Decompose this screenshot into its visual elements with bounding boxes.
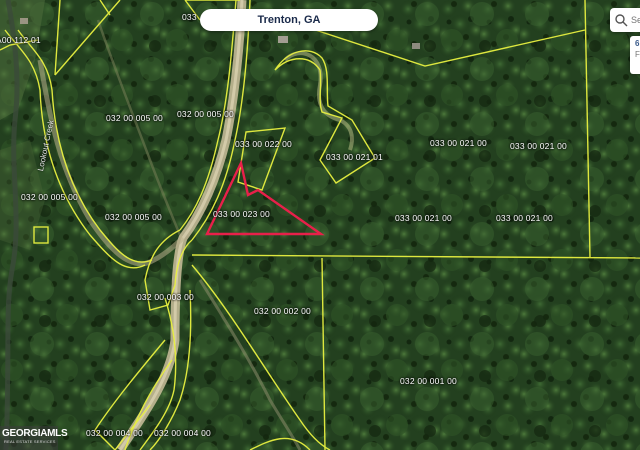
- search-input[interactable]: [628, 15, 640, 25]
- search-icon: [615, 14, 628, 27]
- satellite-map[interactable]: [0, 0, 640, 450]
- parcel-label: 032 00 003 00: [137, 292, 194, 302]
- parcel-label: 033 00 021 00: [510, 141, 567, 151]
- parcel-label: 032 00 002 00: [254, 306, 311, 316]
- parcel-label: 033 00 022 00: [235, 139, 292, 149]
- building: [278, 36, 288, 43]
- parcel-label: 032 00 004 00: [86, 428, 143, 438]
- parcel-label: 032 00 001 00: [400, 376, 457, 386]
- location-title: Trenton, GA: [200, 9, 378, 31]
- info-card-line: 6: [635, 39, 640, 48]
- parcel-label: 033 00 023 00: [213, 209, 270, 219]
- building: [20, 18, 28, 24]
- parcel-label: 032 00 005 00: [105, 212, 162, 222]
- location-title-text: Trenton, GA: [257, 14, 321, 26]
- parcel-label: 032 00 005 00: [177, 109, 234, 119]
- info-card-line: F: [635, 50, 640, 59]
- parcel-label: 032 00 004 00: [154, 428, 211, 438]
- search-box[interactable]: [610, 8, 640, 32]
- parcel-label: 032 00 005 00: [106, 113, 163, 123]
- info-card[interactable]: 6 F: [630, 36, 640, 74]
- watermark-logo: GEORGIAMLS: [2, 428, 68, 439]
- parcel-label: A00 112 01: [0, 35, 41, 45]
- georgiamls-watermark: GEORGIAMLS REAL ESTATE SERVICES: [0, 426, 68, 450]
- building: [412, 43, 420, 49]
- parcel-label: 033 00 021 00: [395, 213, 452, 223]
- parcel-label: 033 00 021 00: [496, 213, 553, 223]
- parcel-label: 033 00 021 00: [430, 138, 487, 148]
- watermark-subtitle: REAL ESTATE SERVICES: [4, 439, 56, 444]
- parcel-label: 033 00 021 01: [326, 152, 383, 162]
- parcel-label: 033: [182, 12, 197, 22]
- parcel-label: 032 00 005 00: [21, 192, 78, 202]
